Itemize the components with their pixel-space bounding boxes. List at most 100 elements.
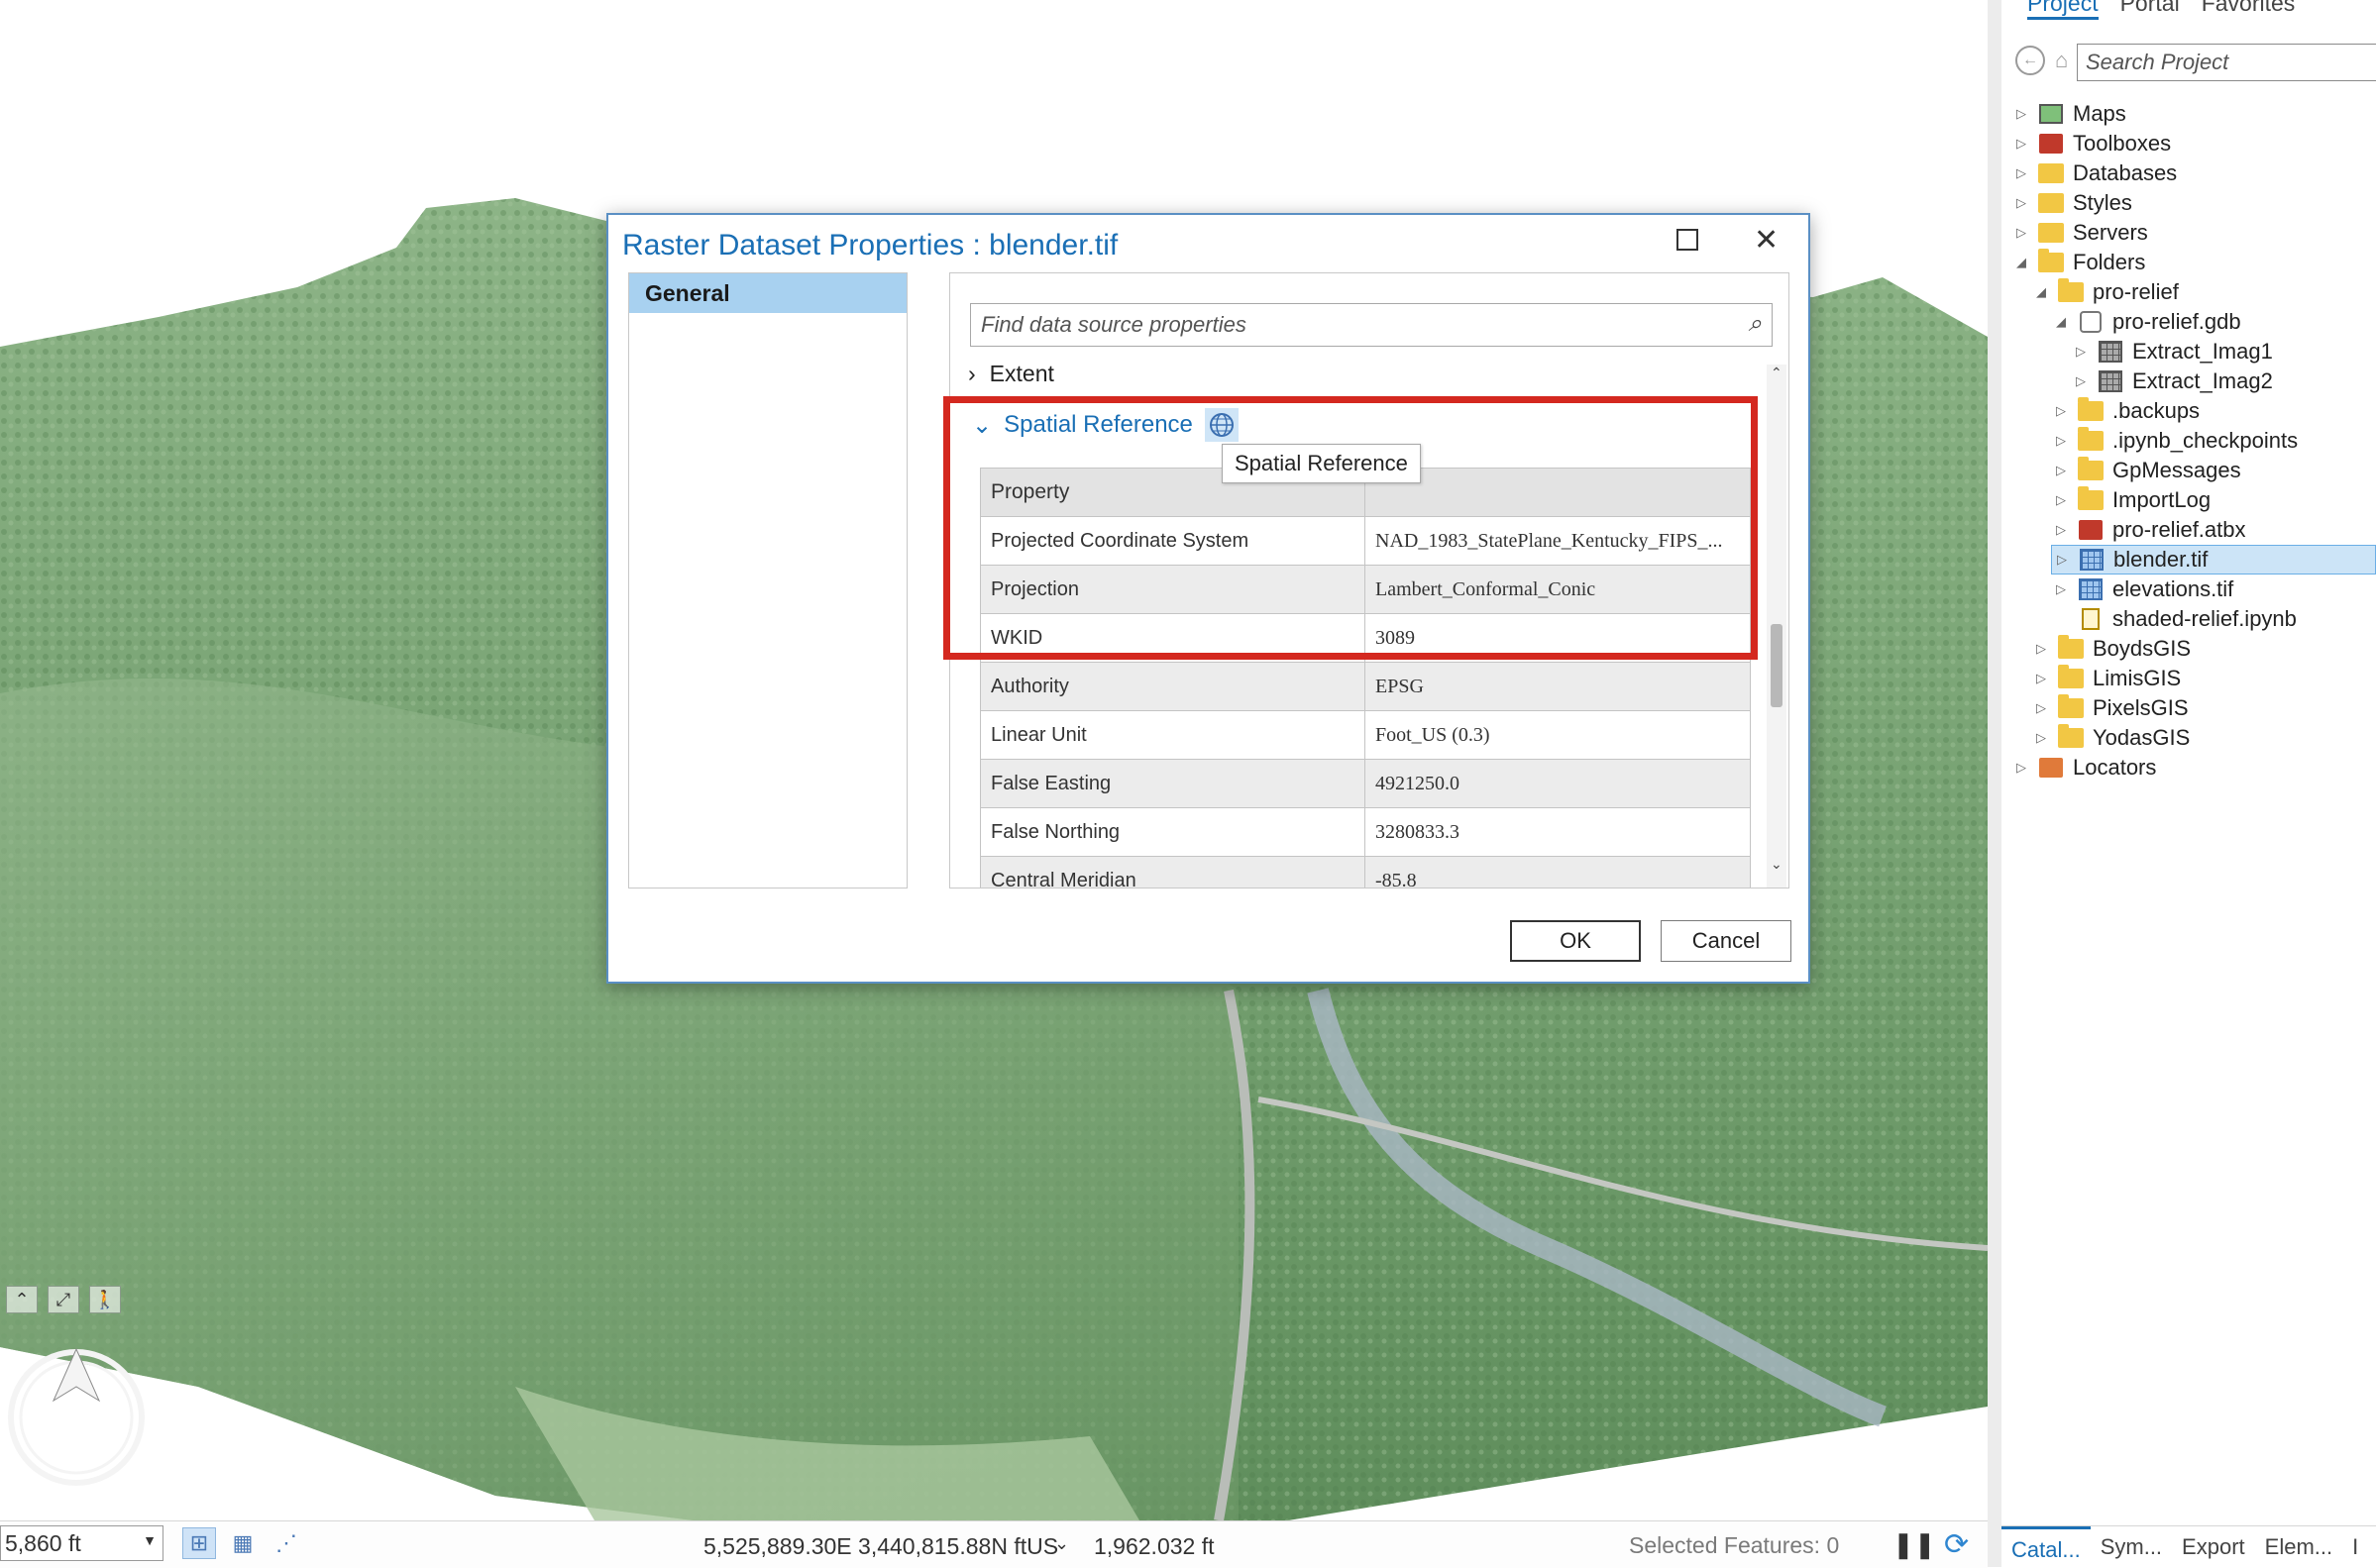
expand-arrow-icon[interactable]: ▷ [2011, 136, 2031, 152]
tree-item-folders[interactable]: ◢ Folders [2011, 248, 2145, 277]
expand-arrow-icon[interactable]: ▷ [2051, 581, 2071, 597]
grid-icon[interactable]: ▦ [226, 1527, 260, 1559]
section-extent[interactable]: › Extent [968, 361, 1054, 387]
tree-item-extract-imag1[interactable]: ▷ Extract_Imag1 [2071, 337, 2273, 366]
search-icon[interactable]: ⌕ [1749, 310, 1762, 338]
expand-arrow-icon[interactable]: ▷ [2051, 522, 2071, 538]
spatial-reference-table: Property Projected Coordinate System NAD… [980, 468, 1751, 888]
tree-item-elevations-tif[interactable]: ▷ elevations.tif [2051, 575, 2233, 604]
tab-favorites[interactable]: Favorites [2202, 0, 2296, 20]
tab-project[interactable]: Project [2027, 0, 2099, 20]
content-scrollbar[interactable]: ⌃ ⌄ [1767, 365, 1786, 888]
tree-item-blender-tif[interactable]: ▷ blender.tif [2051, 545, 2376, 575]
ok-button[interactable]: OK [1510, 920, 1641, 962]
scale-selector[interactable]: 5,860 ft ▼ [0, 1525, 163, 1561]
expand-arrow-icon[interactable]: ▷ [2052, 552, 2072, 568]
tree-item-extract-imag2[interactable]: ▷ Extract_Imag2 [2071, 366, 2273, 396]
tree-item-importlog[interactable]: ▷ ImportLog [2051, 485, 2211, 515]
snapping-icon[interactable]: ⊞ [182, 1527, 216, 1559]
tab-elements[interactable]: Elem... [2255, 1526, 2342, 1568]
tab-export[interactable]: Export [2172, 1526, 2255, 1568]
tree-item-toolboxes[interactable]: ▷ Toolboxes [2011, 129, 2171, 158]
home-icon[interactable]: ⌂ [2055, 48, 2068, 73]
section-spatial-reference[interactable]: ⌄ Spatial Reference [972, 408, 1239, 442]
tree-item-label: Extract_Imag2 [2132, 368, 2273, 393]
expand-arrow-icon[interactable]: ▷ [2051, 403, 2071, 419]
maximize-icon[interactable] [1676, 229, 1698, 251]
raster-icon [2097, 340, 2124, 364]
tree-item-backups[interactable]: ▷ .backups [2051, 396, 2200, 426]
table-row: Central Meridian -85.8 [980, 856, 1751, 888]
tab-symbology[interactable]: Sym... [2091, 1526, 2172, 1568]
expand-arrow-icon[interactable]: ▷ [2031, 671, 2051, 686]
tree-item-locators[interactable]: ▷ Locators [2011, 753, 2156, 783]
tree-item-boydsgis[interactable]: ▷ BoydsGIS [2031, 634, 2191, 664]
tilt-up-icon[interactable]: ⌃ [6, 1286, 38, 1313]
tree-item-yodasgis[interactable]: ▷ YodasGIS [2031, 723, 2190, 753]
tree-item-label: YodasGIS [2093, 725, 2191, 750]
raster-properties-dialog: Raster Dataset Properties : blender.tif … [606, 213, 1810, 984]
tree-item-pro-relief[interactable]: ◢ pro-relief [2031, 277, 2179, 307]
property-name: WKID [980, 613, 1365, 663]
globe-icon[interactable] [1204, 408, 1239, 442]
tree-item-shaded-relief-ipynb[interactable]: shaded-relief.ipynb [2051, 604, 2297, 634]
collapse-arrow-icon[interactable]: ◢ [2031, 284, 2051, 300]
find-properties-input[interactable]: Find data source properties ⌕ [970, 303, 1773, 347]
property-name: Authority [980, 662, 1365, 711]
pane-bottom-tabs: Catal... Sym... Export Elem... I [2001, 1525, 2376, 1568]
constraints-icon[interactable]: ⋰ [270, 1527, 303, 1559]
expand-arrow-icon[interactable]: ▷ [2011, 760, 2031, 776]
tree-item-styles[interactable]: ▷ Styles [2011, 188, 2132, 218]
tree-item-gpmessages[interactable]: ▷ GpMessages [2051, 456, 2241, 485]
folder-icon [2037, 249, 2065, 274]
folder-icon [2077, 486, 2105, 512]
tree-item-pro-relief-atbx[interactable]: ▷ pro-relief.atbx [2051, 515, 2246, 545]
back-arrow-icon[interactable]: ← [2015, 46, 2045, 75]
tab-catalog[interactable]: Catal... [2001, 1526, 2091, 1568]
tree-item-label: Styles [2073, 190, 2132, 215]
dialog-content: Find data source properties ⌕ › Extent ⌄… [949, 272, 1789, 889]
expand-arrow-icon[interactable]: ▷ [2011, 195, 2031, 211]
collapse-arrow-icon[interactable]: ◢ [2051, 314, 2071, 330]
expand-arrow-icon[interactable]: ▷ [2011, 225, 2031, 241]
tree-item-maps[interactable]: ▷ Maps [2011, 99, 2126, 129]
tree-item-pro-relief-gdb[interactable]: ◢ pro-relief.gdb [2051, 307, 2241, 337]
refresh-icon[interactable]: ⟳ [1944, 1527, 1969, 1562]
pause-drawing-icon[interactable]: ❚❚ [1892, 1529, 1936, 1560]
collapse-arrow-icon[interactable]: ◢ [2011, 255, 2031, 270]
tree-item-label: ImportLog [2112, 487, 2212, 512]
property-value: NAD_1983_StatePlane_Kentucky_FIPS_... [1364, 516, 1751, 566]
expand-arrow-icon[interactable]: ▷ [2051, 463, 2071, 478]
expand-arrow-icon[interactable]: ▷ [2071, 344, 2091, 360]
tree-item-servers[interactable]: ▷ Servers [2011, 218, 2148, 248]
tree-item-limisgis[interactable]: ▷ LimisGIS [2031, 664, 2181, 693]
close-icon[interactable]: ✕ [1754, 223, 1779, 258]
property-name: False Easting [980, 759, 1365, 808]
search-project-input[interactable]: Search Project [2077, 44, 2376, 81]
expand-arrow-icon[interactable]: ▷ [2031, 641, 2051, 657]
table-row: False Easting 4921250.0 [980, 759, 1751, 808]
expand-arrow-icon[interactable]: ▷ [2051, 433, 2071, 449]
tree-item-pixelsgis[interactable]: ▷ PixelsGIS [2031, 693, 2189, 723]
scroll-down-icon[interactable]: ⌄ [1771, 856, 1782, 873]
expand-arrow-icon[interactable]: ▷ [2031, 730, 2051, 746]
expand-arrow-icon[interactable]: ▷ [2031, 700, 2051, 716]
full-extent-icon[interactable]: ⤢ [48, 1286, 79, 1313]
property-name: Central Meridian [980, 856, 1365, 888]
chevron-down-icon[interactable]: ▼ [143, 1532, 157, 1548]
coordinate-format-chevron-icon[interactable]: ⌄ [1054, 1533, 1069, 1554]
expand-arrow-icon[interactable]: ▷ [2071, 373, 2091, 389]
tab-portal[interactable]: Portal [2120, 0, 2180, 20]
navigator-compass-icon[interactable] [6, 1347, 147, 1488]
expand-arrow-icon[interactable]: ▷ [2011, 106, 2031, 122]
cancel-button[interactable]: Cancel [1661, 920, 1791, 962]
expand-arrow-icon[interactable]: ▷ [2011, 165, 2031, 181]
nav-item-general[interactable]: General [629, 273, 907, 313]
tree-item-ipynb-checkpoints[interactable]: ▷ .ipynb_checkpoints [2051, 426, 2298, 456]
scroll-thumb[interactable] [1771, 624, 1782, 707]
scroll-up-icon[interactable]: ⌃ [1771, 365, 1782, 381]
tree-item-databases[interactable]: ▷ Databases [2011, 158, 2177, 188]
tab-more[interactable]: I [2342, 1526, 2368, 1568]
expand-arrow-icon[interactable]: ▷ [2051, 492, 2071, 508]
walk-icon[interactable]: 🚶 [89, 1286, 121, 1313]
